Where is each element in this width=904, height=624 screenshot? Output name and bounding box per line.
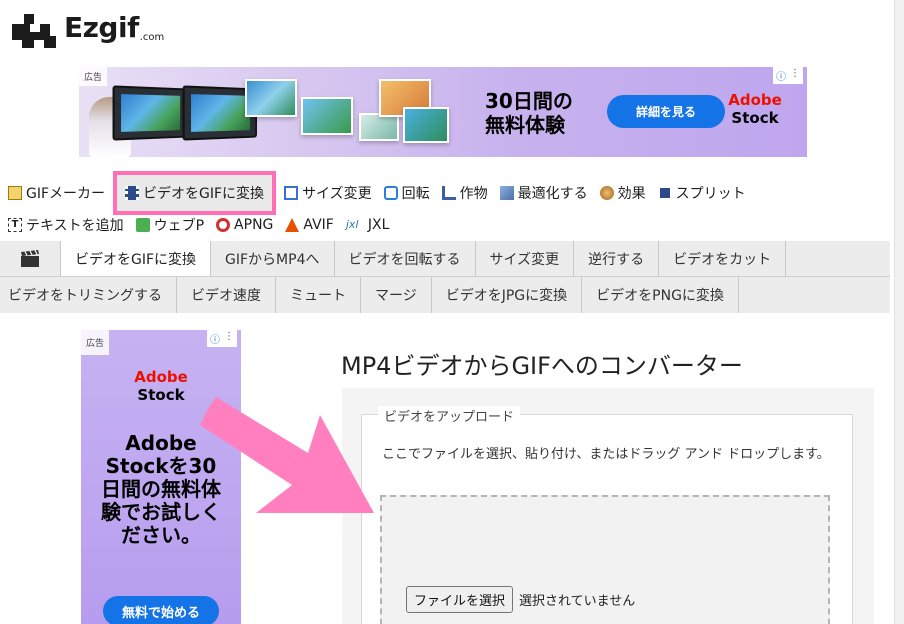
tool-label: 作物 bbox=[459, 186, 488, 202]
ad-headline-line: 無料体験 bbox=[485, 113, 565, 137]
subtab-merge[interactable]: マージ bbox=[361, 277, 432, 313]
file-status: 選択されていません bbox=[519, 594, 636, 609]
apng-icon bbox=[216, 218, 231, 232]
upload-fieldset: ビデオをアップロード ここでファイルを選択、貼り付け、またはドラッグ アンド ド… bbox=[361, 406, 853, 624]
gif-maker-icon bbox=[8, 186, 22, 200]
ad-menu-icon[interactable]: ⋮ bbox=[790, 68, 800, 83]
optimize-icon bbox=[499, 186, 514, 200]
tool-effects[interactable]: 効果 bbox=[594, 178, 652, 208]
split-icon bbox=[657, 186, 672, 200]
ad-cta-button[interactable]: 詳細を見る bbox=[607, 95, 725, 128]
site-logo[interactable]: Ezgif .com bbox=[10, 10, 164, 50]
subtab-mute[interactable]: ミュート bbox=[276, 277, 361, 313]
file-input[interactable]: ファイルを選択 選択されていません bbox=[406, 586, 635, 613]
logo-text: Ezgif bbox=[64, 11, 139, 44]
subtab-video-speed[interactable]: ビデオ速度 bbox=[177, 277, 276, 313]
tool-label: ビデオをGIFに変換 bbox=[143, 186, 265, 202]
ad-monitor-image bbox=[112, 85, 187, 141]
tool-gif-maker[interactable]: GIFメーカー bbox=[2, 178, 111, 208]
webp-icon bbox=[135, 218, 150, 232]
tool-rotate[interactable]: 回転 bbox=[378, 178, 436, 208]
ad-brand-logo: Adobe Stock bbox=[725, 91, 785, 127]
choose-file-button[interactable]: ファイルを選択 bbox=[406, 586, 514, 613]
tool-add-text[interactable]: T テキストを追加 bbox=[2, 210, 130, 240]
tool-optimize[interactable]: 最適化する bbox=[494, 178, 594, 208]
tool-label: 効果 bbox=[617, 186, 646, 202]
subtab-bar: ビデオをGIFに変換 GIFからMP4へ ビデオを回転する サイズ変更 逆行する… bbox=[0, 241, 890, 313]
ad-headline: 30日間の 無料体験 bbox=[485, 89, 573, 137]
ad-photo-tile bbox=[359, 113, 399, 141]
subtab-video-to-gif[interactable]: ビデオをGIFに変換 bbox=[60, 241, 212, 276]
tool-crop[interactable]: 作物 bbox=[436, 178, 494, 208]
tool-label: 最適化する bbox=[517, 186, 588, 202]
ad-controls[interactable]: ⓘ ⋮ bbox=[207, 330, 237, 347]
logo-mark-icon bbox=[12, 14, 56, 48]
ad-brand-line: Adobe bbox=[728, 91, 782, 109]
subtab-gif-to-mp4[interactable]: GIFからMP4へ bbox=[211, 241, 335, 276]
page: Ezgif .com 広告 ⓘ ⋮ 30日間の 無料体験 詳細を見る Adobe… bbox=[0, 0, 904, 624]
tool-webp[interactable]: ウェブP bbox=[130, 210, 210, 240]
annotation-arrow-icon bbox=[200, 397, 374, 513]
tool-apng[interactable]: APNG bbox=[210, 210, 279, 240]
tool-resize[interactable]: サイズ変更 bbox=[278, 178, 378, 208]
drop-zone[interactable]: ファイルを選択 選択されていません bbox=[380, 495, 830, 624]
ad-headline-line: 30日間の bbox=[485, 89, 573, 113]
upload-panel: ビデオをアップロード ここでファイルを選択、貼り付け、またはドラッグ アンド ド… bbox=[342, 388, 874, 624]
subtab-resize[interactable]: サイズ変更 bbox=[476, 241, 575, 276]
film-icon bbox=[125, 186, 140, 200]
upload-legend: ビデオをアップロード bbox=[378, 406, 521, 425]
ad-brand-line: Stock bbox=[731, 109, 779, 127]
tool-label: ウェブP bbox=[153, 218, 205, 234]
ad-brand-line: Adobe bbox=[134, 368, 188, 386]
jxl-icon: jxl bbox=[345, 218, 359, 231]
subtab-trim-video[interactable]: ビデオをトリミングする bbox=[0, 277, 177, 313]
tool-video-to-gif[interactable]: ビデオをGIFに変換 bbox=[113, 171, 277, 215]
page-title: MP4ビデオからGIFへのコンバーター bbox=[341, 352, 743, 380]
ad-photo-tile bbox=[301, 97, 353, 135]
rotate-icon bbox=[383, 186, 398, 200]
tool-label: AVIF bbox=[303, 217, 334, 233]
tool-avif[interactable]: AVIF bbox=[279, 210, 339, 240]
ad-label: 広告 bbox=[79, 67, 108, 86]
subtab-video-to-png[interactable]: ビデオをPNGに変換 bbox=[582, 277, 739, 313]
tool-label: JXL bbox=[367, 217, 390, 233]
tool-jxl[interactable]: jxl JXL bbox=[340, 210, 396, 240]
subtab-video-to-jpg[interactable]: ビデオをJPGに変換 bbox=[432, 277, 583, 313]
ad-label: 広告 bbox=[81, 330, 110, 355]
tool-label: サイズ変更 bbox=[302, 186, 372, 202]
subtab-rotate-video[interactable]: ビデオを回転する bbox=[335, 241, 476, 276]
tool-label: スプリット bbox=[675, 186, 746, 202]
ad-menu-icon[interactable]: ⋮ bbox=[224, 331, 234, 346]
vertical-scrollbar[interactable] bbox=[894, 0, 904, 624]
effects-icon bbox=[599, 186, 614, 200]
tool-label: テキストを追加 bbox=[26, 218, 124, 234]
banner-ad[interactable]: 広告 ⓘ ⋮ 30日間の 無料体験 詳細を見る Adobe Stock bbox=[79, 67, 807, 157]
ad-photo-tile bbox=[403, 107, 449, 143]
subtab-reverse[interactable]: 逆行する bbox=[574, 241, 660, 276]
ad-photo-tile bbox=[245, 79, 297, 117]
logo-suffix: .com bbox=[139, 32, 165, 43]
ad-info-icon[interactable]: ⓘ bbox=[776, 68, 786, 83]
tool-split[interactable]: スプリット bbox=[652, 178, 752, 208]
subtab-cut-video[interactable]: ビデオをカット bbox=[659, 241, 787, 276]
upload-instructions: ここでファイルを選択、貼り付け、またはドラッグ アンド ドロップします。 bbox=[382, 447, 830, 462]
ad-cta-button[interactable]: 無料で始める bbox=[103, 596, 219, 624]
tool-menu: GIFメーカー ビデオをGIFに変換 サイズ変更 回転 作物 最適化する 効果 … bbox=[0, 171, 900, 242]
avif-icon bbox=[285, 218, 300, 232]
crop-icon bbox=[441, 186, 456, 200]
text-icon: T bbox=[8, 218, 22, 232]
resize-icon bbox=[284, 186, 299, 200]
tool-label: 回転 bbox=[401, 186, 430, 202]
ad-controls[interactable]: ⓘ ⋮ bbox=[773, 67, 803, 84]
tool-label: GIFメーカー bbox=[26, 186, 106, 202]
clapperboard-icon bbox=[0, 241, 60, 276]
ad-info-icon[interactable]: ⓘ bbox=[210, 331, 220, 346]
tool-label: APNG bbox=[234, 217, 274, 233]
